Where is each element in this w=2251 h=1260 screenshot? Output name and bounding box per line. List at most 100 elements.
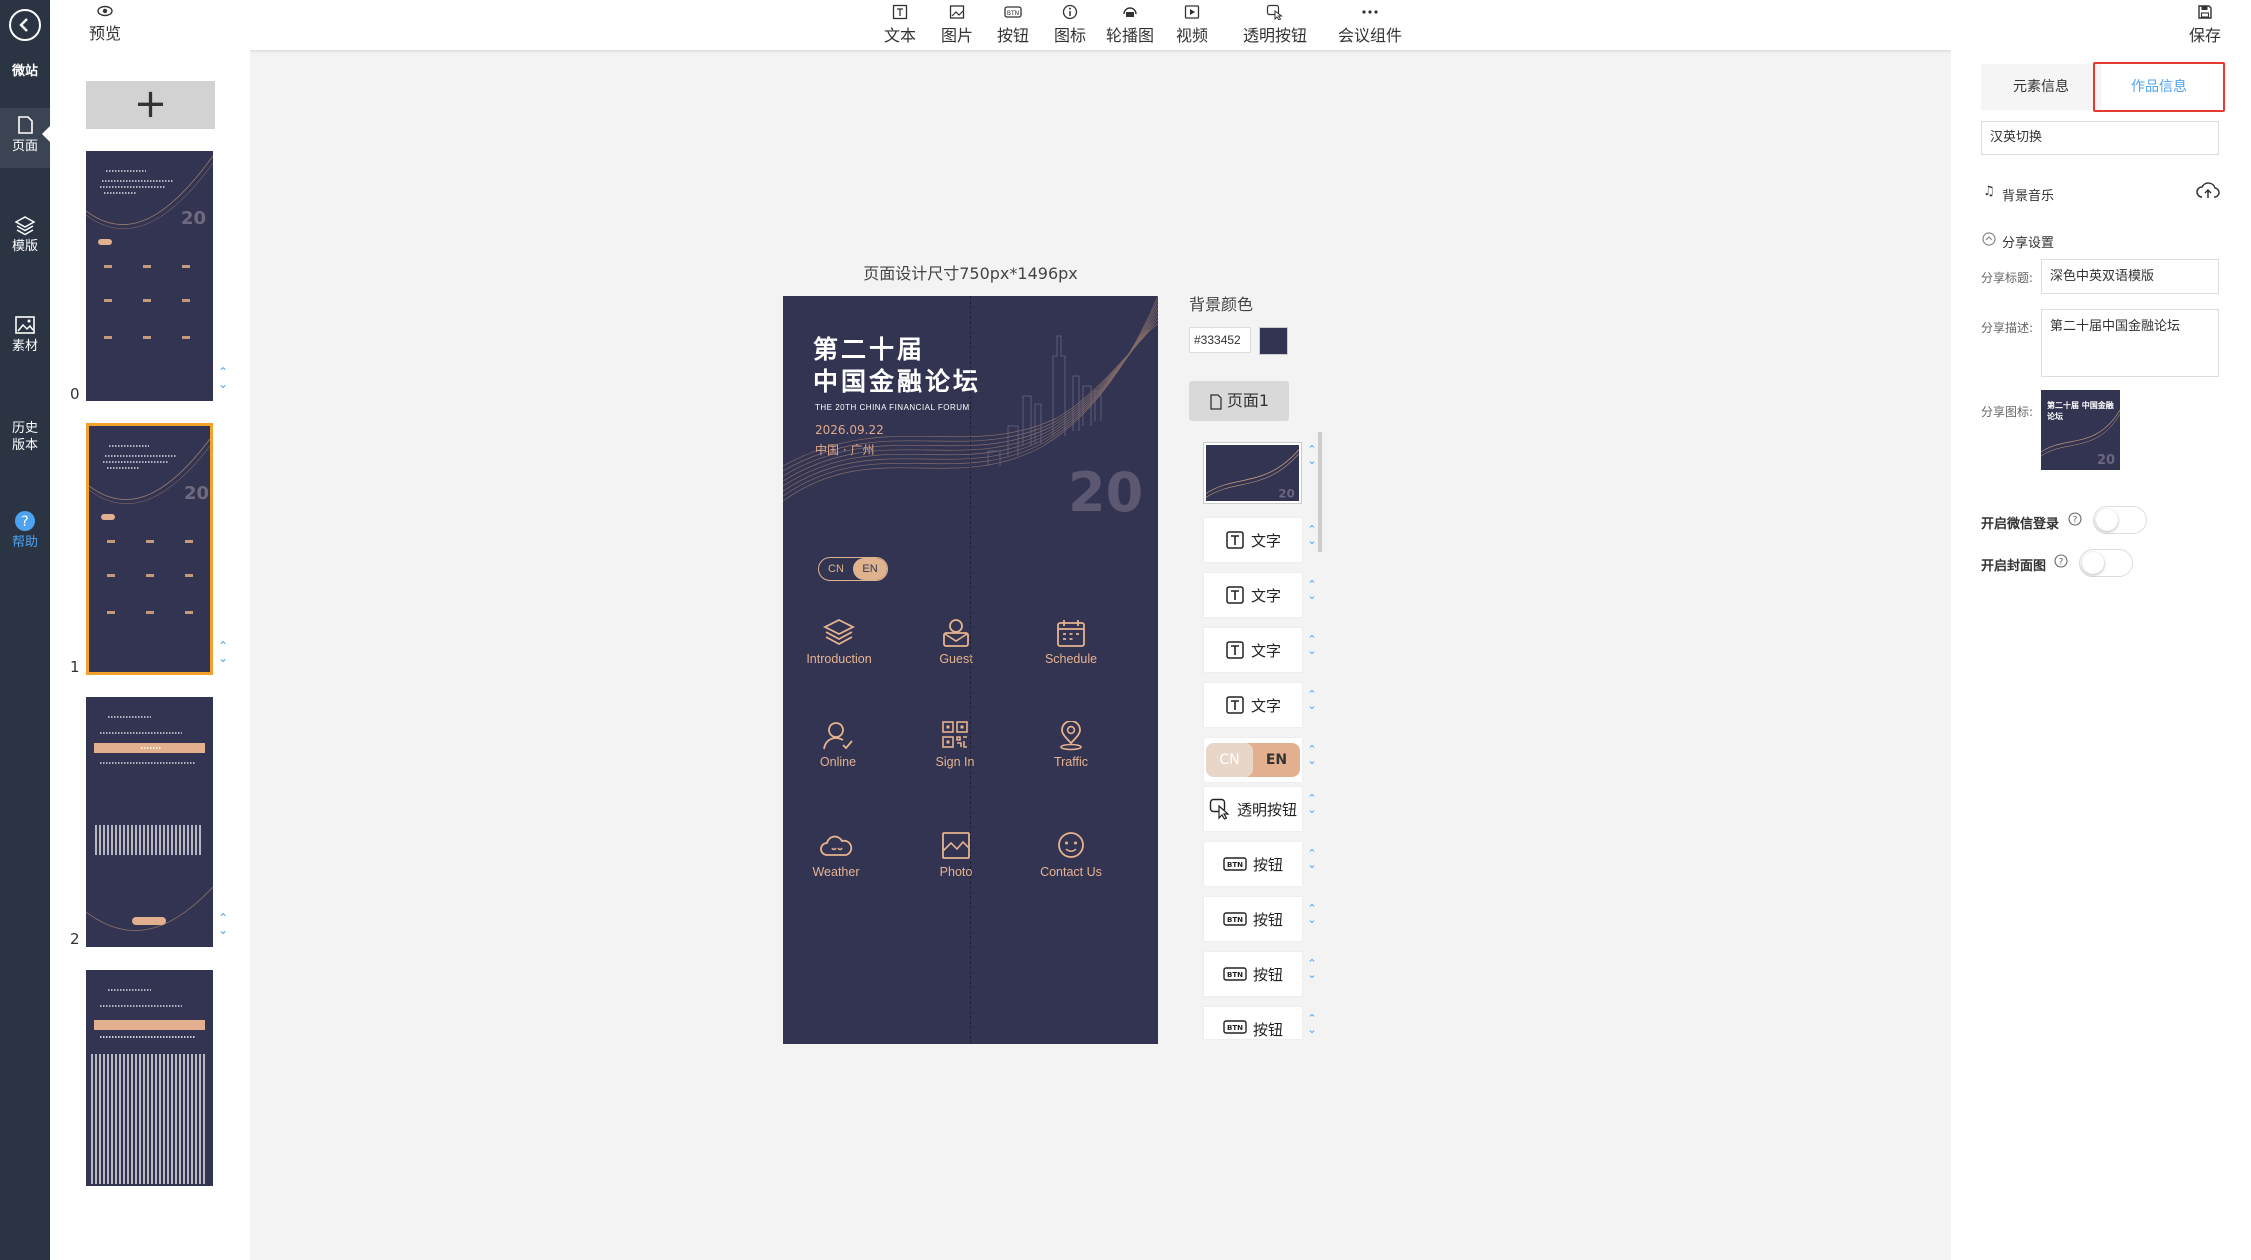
layer-item-transparent-button[interactable]: 透明按钮 bbox=[1203, 786, 1303, 832]
layer-item-text-4[interactable]: 文字 bbox=[1203, 682, 1303, 728]
menu-sign-in[interactable]: Sign In bbox=[900, 721, 1010, 769]
svg-text:20: 20 bbox=[1278, 486, 1294, 500]
nav-label: 模版 bbox=[11, 239, 38, 254]
layer-toggle-en: EN bbox=[1265, 752, 1288, 768]
menu-weather[interactable]: Weather bbox=[783, 831, 891, 879]
svg-text:20: 20 bbox=[181, 208, 206, 229]
lang-toggle[interactable]: CN EN bbox=[818, 557, 888, 581]
layer-item-button-2[interactable]: BTN 按钮 bbox=[1203, 896, 1303, 942]
layer-move-arrows[interactable]: ⌃ ⌄ bbox=[1306, 904, 1318, 926]
svg-text:BTN: BTN bbox=[1227, 916, 1243, 924]
menu-introduction[interactable]: Introduction bbox=[784, 618, 894, 666]
share-settings-label: 分享设置 bbox=[2002, 236, 2055, 251]
layer-move-arrows[interactable]: ⌃ ⌄ bbox=[1306, 445, 1318, 467]
layer-move-arrows[interactable]: ⌃ ⌄ bbox=[1306, 794, 1318, 816]
tool-meeting-widgets[interactable]: 会议组件 bbox=[1330, 4, 1410, 46]
back-icon[interactable] bbox=[9, 9, 41, 41]
layer-item-button-4[interactable]: BTN 按钮 bbox=[1203, 1006, 1303, 1040]
share-desc-label: 分享描述: bbox=[1981, 321, 2034, 335]
nav-item-history[interactable]: 历史版本 bbox=[0, 420, 50, 460]
tab-work-info[interactable]: 作品信息 bbox=[2093, 62, 2225, 112]
nav-item-templates[interactable]: 模版 bbox=[0, 210, 50, 270]
pointer-icon bbox=[1266, 4, 1283, 20]
layer-item-text-2[interactable]: 文字 bbox=[1203, 572, 1303, 618]
layer-move-arrows[interactable]: ⌃ ⌄ bbox=[1306, 525, 1318, 547]
menu-online[interactable]: Online bbox=[783, 721, 893, 769]
nav-item-help[interactable]: ? 帮助 bbox=[0, 510, 50, 560]
page-thumbnail-3[interactable] bbox=[86, 970, 213, 1186]
page-thumbnail-0[interactable]: 20 bbox=[86, 151, 213, 401]
page-move-arrows[interactable]: ⌃ ⌄ bbox=[218, 366, 228, 390]
nav-item-assets[interactable]: 素材 bbox=[0, 310, 50, 370]
top-toolbar: 预览 文本 图片 BTN 按钮 图标 轮播图 视频 透明按钮 会议组件 保存 bbox=[50, 0, 2251, 50]
save-button[interactable]: 保存 bbox=[2180, 4, 2230, 46]
cover-image-switch[interactable] bbox=[2079, 549, 2133, 577]
page-canvas[interactable]: 20 第二十届 中国金融论坛 THE 20TH CHINA FINANCIAL … bbox=[783, 296, 1158, 1044]
calendar-icon bbox=[1057, 620, 1085, 647]
event-title-line1[interactable]: 第二十届 bbox=[813, 334, 925, 366]
photo-icon bbox=[942, 832, 970, 859]
tool-transparent-button[interactable]: 透明按钮 bbox=[1240, 4, 1310, 46]
tool-label: 图标 bbox=[1053, 26, 1086, 45]
layer-move-arrows[interactable]: ⌃ ⌄ bbox=[1306, 959, 1318, 981]
page-move-arrows[interactable]: ⌃ ⌄ bbox=[218, 640, 228, 664]
layer-move-arrows[interactable]: ⌃ ⌄ bbox=[1306, 690, 1318, 712]
nav-pointer bbox=[42, 126, 50, 142]
save-icon bbox=[2198, 5, 2212, 19]
preview-button[interactable]: 预览 bbox=[80, 4, 130, 44]
event-date[interactable]: 2026.09.22 bbox=[815, 423, 884, 437]
layer-item-lang-toggle[interactable]: CN EN bbox=[1203, 737, 1303, 783]
layer-move-arrows[interactable]: ⌃ ⌄ bbox=[1306, 1014, 1318, 1036]
page-move-arrows[interactable]: ⌃ ⌄ bbox=[218, 912, 228, 936]
tool-button[interactable]: BTN 按钮 bbox=[988, 4, 1038, 46]
layer-item-text-3[interactable]: 文字 bbox=[1203, 627, 1303, 673]
menu-guest[interactable]: Guest bbox=[901, 618, 1011, 666]
layer-scrollbar[interactable] bbox=[1318, 432, 1322, 552]
layer-thumbnail-art: 20 bbox=[1206, 449, 1299, 500]
layer-item-button-3[interactable]: BTN 按钮 bbox=[1203, 951, 1303, 997]
layer-item-text-1[interactable]: 文字 bbox=[1203, 517, 1303, 563]
layer-item-button-1[interactable]: BTN 按钮 bbox=[1203, 841, 1303, 887]
svg-text:BTN: BTN bbox=[1227, 971, 1243, 979]
svg-text:BTN: BTN bbox=[1227, 1024, 1243, 1032]
smile-chat-icon bbox=[1058, 832, 1084, 858]
upload-cloud-icon[interactable] bbox=[2196, 180, 2220, 200]
share-icon-art: 20 bbox=[2041, 409, 2120, 468]
menu-contact-us[interactable]: Contact Us bbox=[1016, 831, 1126, 879]
event-location[interactable]: 中国 · 广州 bbox=[815, 441, 874, 458]
layer-move-arrows[interactable]: ⌃ ⌄ bbox=[1306, 849, 1318, 871]
page-thumbnail-1[interactable]: 20 bbox=[86, 423, 213, 675]
tool-image[interactable]: 图片 bbox=[932, 4, 982, 46]
cover-image-label: 开启封面图 bbox=[1981, 559, 2047, 574]
background-color-swatch[interactable] bbox=[1259, 327, 1288, 355]
menu-photo[interactable]: Photo bbox=[901, 831, 1011, 879]
tool-video[interactable]: 视频 bbox=[1167, 4, 1217, 46]
share-desc-textarea[interactable]: 第二十届中国金融论坛 bbox=[2041, 309, 2219, 377]
layer-move-arrows[interactable]: ⌃ ⌄ bbox=[1306, 635, 1318, 657]
page-thumbnail-2[interactable] bbox=[86, 697, 213, 947]
layer-move-arrows[interactable]: ⌃ ⌄ bbox=[1306, 580, 1318, 602]
background-color-input[interactable]: #333452 bbox=[1189, 327, 1251, 353]
event-subtitle[interactable]: THE 20TH CHINA FINANCIAL FORUM bbox=[815, 403, 970, 412]
wechat-login-switch[interactable] bbox=[2093, 506, 2147, 534]
lang-switch-field[interactable]: 汉英切换 bbox=[1981, 121, 2219, 155]
event-title-line2[interactable]: 中国金融论坛 bbox=[813, 366, 981, 398]
menu-label: Photo bbox=[939, 865, 973, 879]
tab-element-info[interactable]: 元素信息 bbox=[1981, 64, 2101, 110]
menu-schedule[interactable]: Schedule bbox=[1016, 618, 1126, 666]
menu-traffic[interactable]: Traffic bbox=[1016, 721, 1126, 769]
page-number: 0 bbox=[70, 385, 80, 403]
add-page-button[interactable]: + bbox=[86, 81, 215, 129]
share-title-input[interactable]: 深色中英双语模版 bbox=[2041, 259, 2219, 294]
help-icon: ? bbox=[15, 511, 35, 531]
layer-background-image[interactable]: 20 bbox=[1204, 443, 1301, 503]
page1-button[interactable]: 页面1 bbox=[1189, 381, 1289, 421]
share-icon-image[interactable]: 第二十届 中国金融论坛 20 bbox=[2041, 390, 2120, 470]
page1-label: 页面1 bbox=[1226, 391, 1270, 410]
layer-move-arrows[interactable]: ⌃ ⌄ bbox=[1306, 745, 1318, 767]
tool-carousel[interactable]: 轮播图 bbox=[1100, 4, 1160, 46]
tool-text[interactable]: 文本 bbox=[875, 4, 925, 46]
tool-label: 文本 bbox=[883, 26, 916, 45]
tool-icon[interactable]: 图标 bbox=[1045, 4, 1095, 46]
svg-text:BTN: BTN bbox=[1007, 10, 1019, 17]
